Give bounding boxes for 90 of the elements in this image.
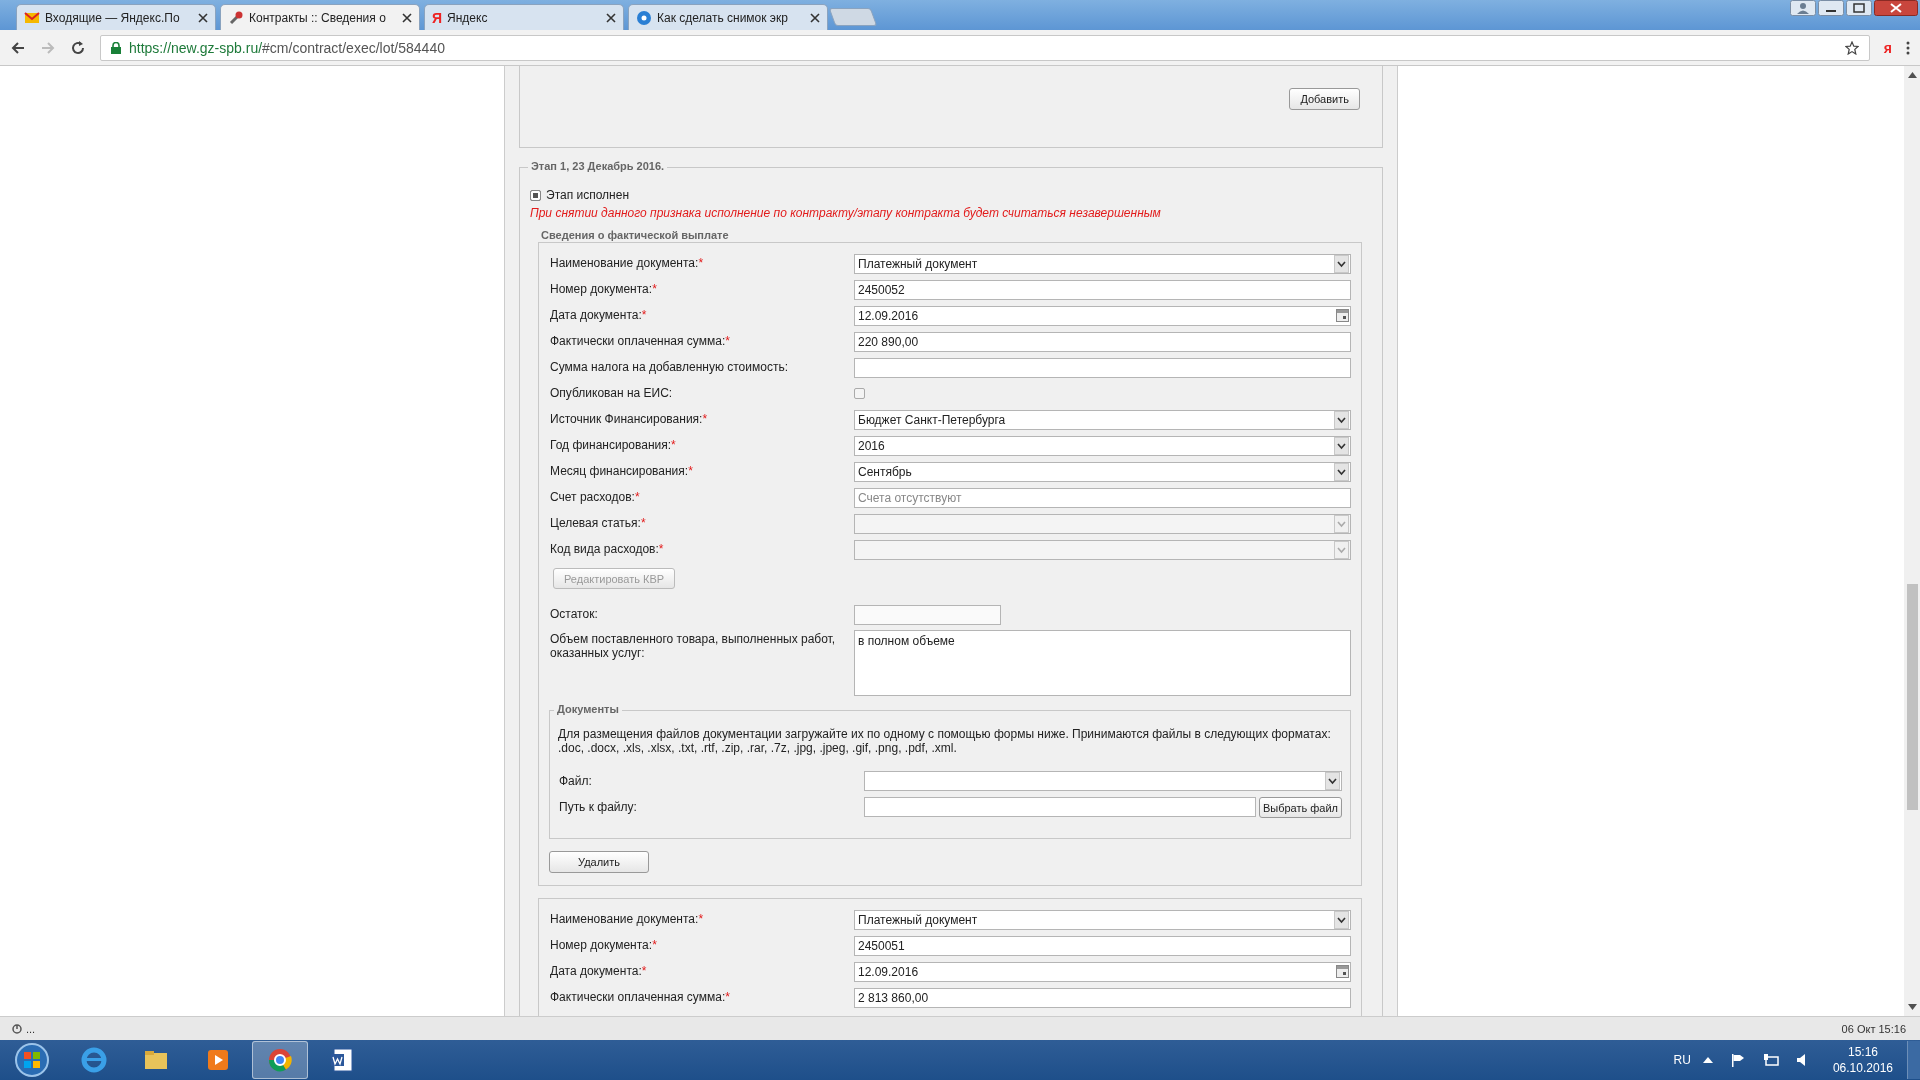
clock-time[interactable]: 15:16 xyxy=(1847,1044,1878,1060)
field-label: Файл: xyxy=(558,773,593,790)
hammer-icon xyxy=(228,9,244,26)
add-button[interactable]: Добавить xyxy=(1289,88,1360,110)
field-label: Наименование документа:* xyxy=(549,255,705,272)
maximize-icon[interactable] xyxy=(1846,0,1872,16)
field-label: Фактически оплаченная сумма:* xyxy=(549,333,731,350)
field-label: Номер документа:* xyxy=(549,281,658,298)
chrome-icon xyxy=(266,1046,294,1074)
input-field[interactable] xyxy=(864,797,1256,817)
section-legend: Документы xyxy=(554,703,622,715)
document-icon xyxy=(328,1046,356,1074)
input-field[interactable] xyxy=(854,604,1001,625)
checkbox[interactable] xyxy=(854,388,865,399)
tab-icon: Я xyxy=(432,9,443,26)
field-label: Дата документа:* xyxy=(549,307,648,324)
checkbox-label: Этап исполнен xyxy=(546,188,630,202)
language-indicator[interactable]: RU xyxy=(1673,1053,1691,1067)
browser-tab[interactable]: Я Яндекс xyxy=(424,4,624,30)
scroll-down-icon[interactable] xyxy=(1907,1004,1917,1010)
field-label: Счет расходов:* xyxy=(549,489,641,506)
field-label: Код вида расходов:* xyxy=(549,541,665,558)
field-label: Сумма налога на добавленную стоимость: xyxy=(549,359,789,376)
reload-icon[interactable] xyxy=(70,39,86,56)
dropdown[interactable]: 2016 xyxy=(854,435,1351,456)
tab-title: Входящие — Яндекс.По xyxy=(45,10,181,25)
browse-button[interactable]: Выбрать файл xyxy=(1258,797,1342,818)
close-icon[interactable] xyxy=(606,12,616,23)
url-text: https://new.gz-spb.ru/#cm/contract/exec/lot/584440 xyxy=(129,39,445,56)
close-icon[interactable] xyxy=(402,12,412,23)
input-field[interactable]: 2450051 xyxy=(854,935,1351,956)
dropdown[interactable]: Бюджет Санкт-Петербурга xyxy=(854,409,1351,430)
warning-text: При снятии данного признака исполнение по контракту/этапу контракта будет считаться незавершенным xyxy=(530,206,1162,220)
input-field[interactable]: Счета отсутствуют xyxy=(854,487,1351,508)
tab-title: Контракты :: Сведения о xyxy=(249,10,387,25)
menu-icon[interactable] xyxy=(1906,40,1910,55)
field-label: Остаток: xyxy=(549,606,599,623)
date-field[interactable]: 12.09.2016 xyxy=(854,961,1351,982)
field-label: Источник Финансирования:* xyxy=(549,411,709,428)
field-label: Номер документа:* xyxy=(549,937,658,954)
scroll-thumb[interactable] xyxy=(1906,584,1918,810)
input-field[interactable] xyxy=(854,357,1351,378)
checkbox[interactable] xyxy=(530,189,541,201)
close-icon[interactable] xyxy=(198,12,208,23)
section-legend: Сведения о фактической выплате xyxy=(538,229,732,241)
field-label: Дата документа:* xyxy=(549,963,648,980)
dropdown[interactable]: Сентябрь xyxy=(854,461,1351,482)
close-icon[interactable] xyxy=(1874,0,1918,16)
address-bar[interactable]: https://new.gz-spb.ru/#cm/contract/exec/lot/584440 xyxy=(100,34,1870,61)
back-icon[interactable] xyxy=(10,39,26,56)
field-label: Фактически оплаченная сумма:* xyxy=(549,989,731,1006)
lock-icon xyxy=(111,41,121,54)
description-text: Для размещения файлов документации загружайте их по одному с помощью формы ниже. Принимаются файлы в следующих форматах: .doc, .docx, .xls, .xlsx, .txt, .rtf, .zip, .rar, .7z, .jpg, .jpeg, .gif, .png, .pdf, .xml. xyxy=(558,727,1332,755)
date-field[interactable]: 12.09.2016 xyxy=(854,305,1351,326)
scroll-up-icon[interactable] xyxy=(1907,72,1917,78)
section-legend: Этап 1, 23 Декабрь 2016. xyxy=(528,160,668,172)
show-hidden-icon[interactable] xyxy=(1702,1057,1713,1063)
browser-tab[interactable]: Контракты :: Сведения о xyxy=(220,4,420,30)
input-field[interactable]: 2 813 860,00 xyxy=(854,987,1351,1008)
field-label: Год финансирования:* xyxy=(549,437,677,454)
close-icon[interactable] xyxy=(810,12,820,23)
delete-button[interactable]: Удалить xyxy=(549,851,649,873)
scrollbar[interactable] xyxy=(1904,66,1920,1016)
browser-tab[interactable]: Как сделать снимок экр xyxy=(628,4,828,30)
volume-icon[interactable] xyxy=(1796,1053,1807,1067)
dropdown[interactable]: Платежный документ xyxy=(854,253,1351,274)
minimize-icon[interactable] xyxy=(1818,0,1844,16)
mail-icon xyxy=(24,9,40,26)
yandex-button[interactable]: я xyxy=(1883,39,1892,56)
dropdown[interactable]: Платежный документ xyxy=(854,909,1351,930)
field-label: Целевая статья:* xyxy=(549,515,647,532)
tab-title: Как сделать снимок экр xyxy=(657,10,789,25)
field-label: Месяц финансирования:* xyxy=(549,463,694,480)
network-icon[interactable] xyxy=(1762,1053,1779,1067)
flag-icon[interactable] xyxy=(1730,1053,1745,1067)
field-label: Объем поставленного товара, выполненных работ, оказанных услуг: xyxy=(549,631,837,662)
browser-tab[interactable]: Входящие — Яндекс.По xyxy=(16,4,216,30)
field-label: Путь к файлу: xyxy=(558,799,638,816)
input-field[interactable]: 220 890,00 xyxy=(854,331,1351,352)
field-label: Наименование документа:* xyxy=(549,911,705,928)
calendar-icon[interactable] xyxy=(1336,965,1349,978)
input-field[interactable]: 2450052 xyxy=(854,279,1351,300)
tab-title: Яндекс xyxy=(447,10,489,25)
status-text: ... xyxy=(26,1022,36,1035)
clock-date[interactable]: 06.10.2016 xyxy=(1832,1060,1893,1076)
star-icon[interactable] xyxy=(1844,40,1859,55)
text-area[interactable]: в полном объеме xyxy=(854,630,1351,696)
field-label: Опубликован на ЕИС: xyxy=(549,385,674,402)
status-time: 06 Окт 15:16 xyxy=(1841,1022,1906,1035)
calendar-icon[interactable] xyxy=(1336,309,1349,322)
